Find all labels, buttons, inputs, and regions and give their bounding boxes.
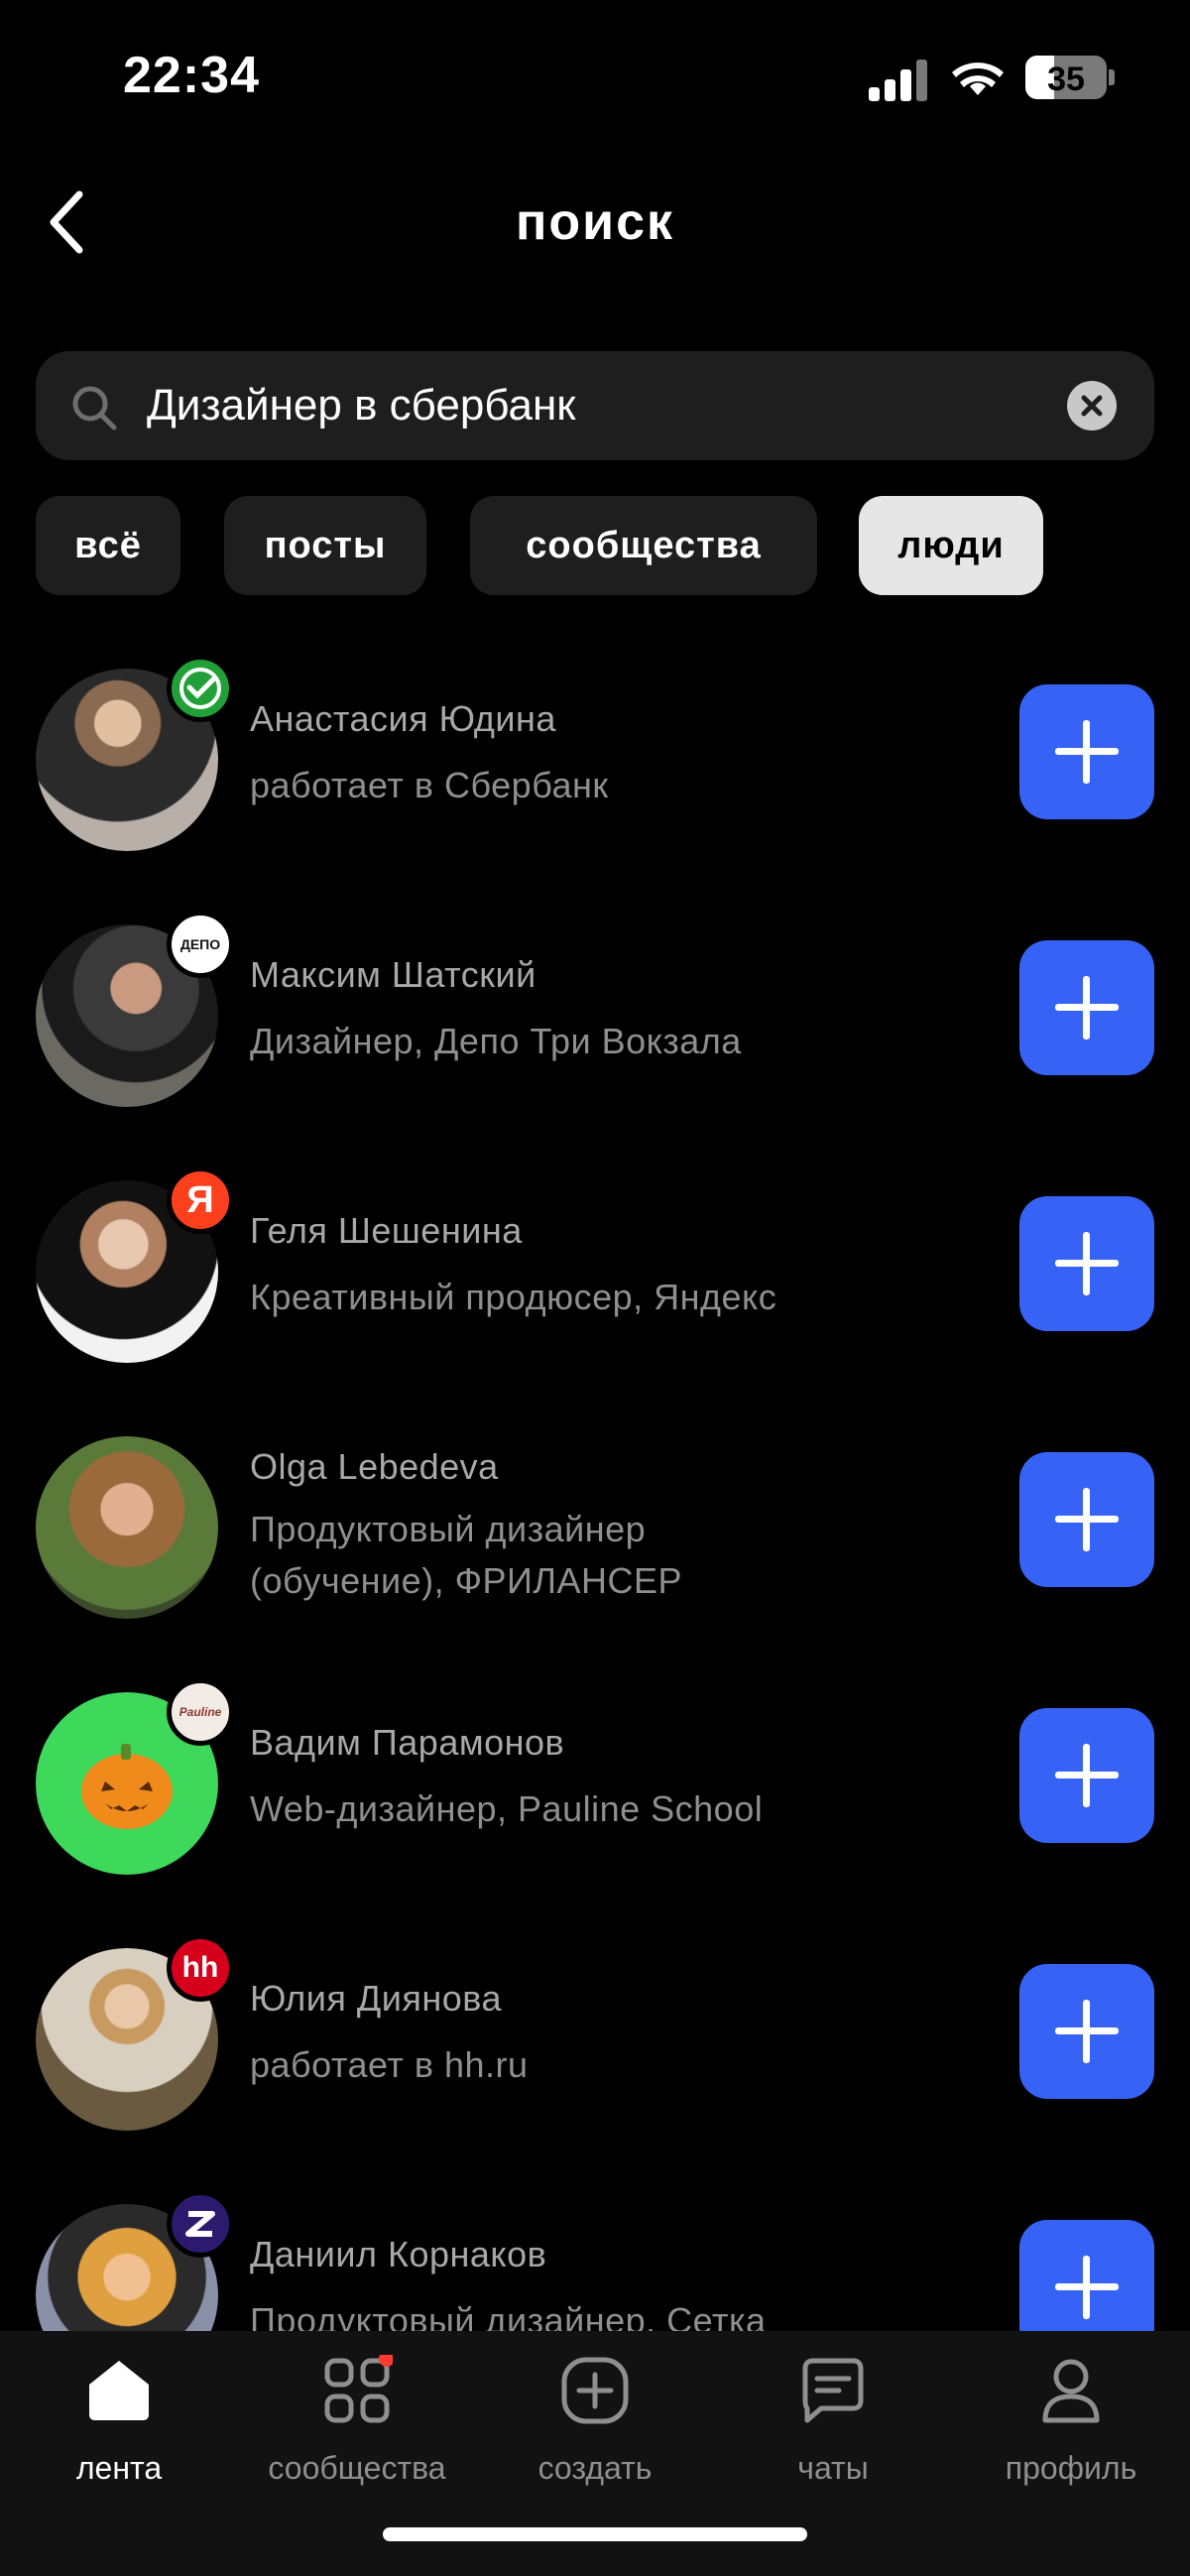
person-name: Юлия Диянова (250, 1978, 502, 2019)
status-bar: 22:34 35 (0, 0, 1190, 159)
person-name: Olga Lebedeva (250, 1446, 499, 1487)
check-icon (179, 668, 221, 709)
person-row[interactable]: Olga Lebedeva Продуктовый дизайнер (обуч… (0, 1436, 1190, 1635)
yandex-logo-icon: Я (167, 1166, 234, 1234)
plus-square-icon (561, 2357, 629, 2424)
filter-chip-communities[interactable]: сообщества (470, 496, 817, 595)
person-row[interactable]: Анастасия Юдина работает в Сбербанк (0, 655, 1190, 867)
profile-icon (1042, 2359, 1100, 2423)
home-indicator (383, 2527, 807, 2541)
sber-logo-icon (167, 655, 234, 722)
add-friend-button[interactable] (1019, 940, 1154, 1075)
person-name: Даниил Корнаков (250, 2234, 547, 2274)
wifi-icon (952, 62, 1004, 95)
person-name: Вадим Парамонов (250, 1722, 565, 1763)
tab-chats[interactable]: чаты (714, 2355, 952, 2504)
person-row[interactable]: hh Юлия Диянова работает в hh.ru (0, 1934, 1190, 2147)
filter-chip-posts[interactable]: посты (224, 496, 426, 595)
tab-label: профиль (1005, 2450, 1137, 2486)
person-name: Максим Шатский (250, 954, 536, 995)
tab-feed[interactable]: лента (0, 2355, 238, 2504)
tab-label: сообщества (268, 2450, 446, 2486)
filter-chip-people[interactable]: люди (859, 496, 1043, 595)
cellular-signal-icon (869, 60, 928, 101)
depo-logo-icon: ДЕПО (167, 911, 234, 978)
tab-label: лента (75, 2450, 163, 2486)
person-row[interactable]: ДЕПО Максим Шатский Дизайнер, Депо Три В… (0, 911, 1190, 1123)
tab-profile[interactable]: профиль (952, 2355, 1190, 2504)
home-icon (89, 2361, 149, 2420)
person-role: Продуктовый дизайнер (обучение), ФРИЛАНС… (250, 1509, 683, 1601)
battery-indicator: 35 (1025, 56, 1107, 99)
avatar (36, 1436, 218, 1619)
filter-chip-all[interactable]: всё (36, 496, 180, 595)
person-row[interactable]: Pauline Вадим Парамонов Web-дизайнер, Pa… (0, 1678, 1190, 1891)
tab-label: чаты (797, 2450, 869, 2486)
person-role: Креативный продюсер, Яндекс (250, 1277, 777, 1317)
person-row[interactable]: Я Геля Шешенина Креативный продюсер, Янд… (0, 1166, 1190, 1379)
chat-icon (802, 2358, 864, 2423)
add-friend-button[interactable] (1019, 684, 1154, 819)
search-input[interactable] (147, 369, 1059, 442)
badge-text: Pauline (178, 1705, 222, 1719)
pauline-school-logo-icon: Pauline (167, 1678, 234, 1746)
badge-text: Я (186, 1178, 214, 1221)
setka-logo-icon (167, 2190, 234, 2258)
add-friend-button[interactable] (1019, 1708, 1154, 1843)
person-role: работает в hh.ru (250, 2044, 529, 2085)
person-role: работает в Сбербанк (250, 765, 609, 805)
hh-logo-icon: hh (167, 1934, 234, 2002)
setka-mark-icon (185, 2211, 215, 2237)
battery-level: 35 (1047, 61, 1085, 98)
add-friend-button[interactable] (1019, 1964, 1154, 2099)
battery-tip (1109, 69, 1115, 85)
page-title: поиск (515, 193, 675, 251)
badge-text: ДЕПО (179, 936, 221, 952)
search-bar[interactable] (36, 351, 1154, 460)
badge-text: hh (181, 1951, 219, 1984)
add-friend-button[interactable] (1019, 1196, 1154, 1331)
clear-search-icon[interactable] (1067, 381, 1117, 430)
person-role: Дизайнер, Депо Три Вокзала (250, 1021, 742, 1061)
search-icon (72, 386, 117, 430)
person-role: Web-дизайнер, Pauline School (250, 1788, 764, 1829)
add-friend-button[interactable] (1019, 1452, 1154, 1587)
grid-icon (324, 2355, 393, 2423)
tab-label: создать (537, 2450, 653, 2486)
tab-create[interactable]: создать (476, 2355, 714, 2504)
person-name: Анастасия Юдина (250, 698, 556, 739)
person-name: Геля Шешенина (250, 1210, 523, 1251)
status-time: 22:34 (123, 47, 260, 104)
tab-communities[interactable]: сообщества (238, 2355, 476, 2504)
